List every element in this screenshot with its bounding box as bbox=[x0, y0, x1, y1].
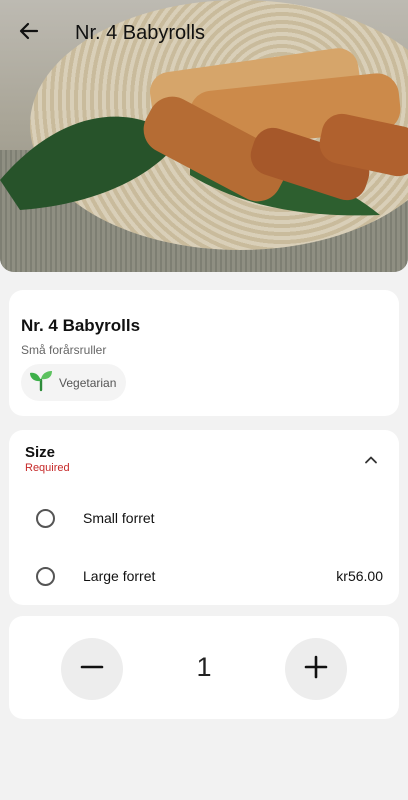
item-subtitle: Små forårsruller bbox=[21, 343, 107, 357]
back-button[interactable] bbox=[14, 18, 44, 48]
quantity-value: 1 bbox=[196, 652, 212, 682]
tag-label: Vegetarian bbox=[59, 375, 117, 390]
page-title: Nr. 4 Babyrolls bbox=[75, 22, 206, 44]
size-option-small[interactable]: Small forret bbox=[9, 493, 399, 543]
decrease-quantity-button[interactable] bbox=[61, 638, 123, 700]
increase-quantity-button[interactable] bbox=[285, 638, 347, 700]
size-option-large[interactable]: Large forret kr56.00 bbox=[9, 551, 399, 601]
seedling-icon bbox=[29, 368, 53, 397]
collapse-toggle[interactable] bbox=[359, 450, 383, 474]
vegetarian-tag: Vegetarian bbox=[21, 364, 127, 401]
option-label: Small forret bbox=[83, 510, 155, 526]
app-bar: Nr. 4 Babyrolls bbox=[0, 0, 408, 64]
item-name: Nr. 4 Babyrolls bbox=[21, 316, 141, 335]
option-price: kr56.00 bbox=[336, 568, 383, 584]
radio-button[interactable] bbox=[36, 567, 55, 586]
item-info-card: Nr. 4 Babyrolls Små forårsruller Vegetar… bbox=[9, 290, 399, 416]
chevron-up-icon bbox=[364, 453, 378, 472]
size-group-title: Size bbox=[25, 444, 56, 461]
minus-icon bbox=[80, 655, 104, 684]
arrow-left-icon bbox=[19, 21, 39, 46]
radio-button[interactable] bbox=[36, 509, 55, 528]
quantity-card: 1 bbox=[9, 616, 399, 719]
size-options-card: Size Required Small forret Large forret … bbox=[9, 430, 399, 605]
option-label: Large forret bbox=[83, 568, 156, 584]
plus-icon bbox=[304, 655, 328, 684]
required-label: Required bbox=[25, 462, 70, 474]
